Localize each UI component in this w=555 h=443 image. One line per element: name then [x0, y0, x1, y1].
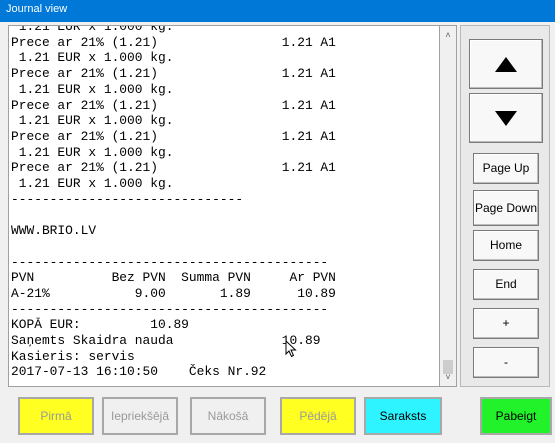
page-down-button[interactable]: Page Down	[473, 190, 539, 226]
triangle-down-icon	[495, 110, 517, 126]
journal-separator: ------------------------------	[11, 191, 244, 207]
end-button[interactable]: End	[473, 269, 539, 300]
finish-button[interactable]: Pabeigt	[480, 397, 552, 435]
minus-button[interactable]: -	[473, 347, 539, 378]
journal-line: 1.21 EUR x 1.000 kg.	[11, 25, 174, 34]
payment-line: Saņemts Skaidra nauda 10.89	[11, 333, 321, 349]
navigation-panel: Page Up Page Down Home End + -	[460, 25, 550, 387]
journal-line: 1.21 EUR x 1.000 kg.	[11, 176, 174, 192]
journal-line: Prece ar 21% (1.21) 1.21 A1	[11, 97, 336, 113]
total-line: KOPĀ EUR: 10.89	[11, 317, 189, 333]
window-title: Journal view	[0, 0, 555, 22]
scroll-down-arrow-icon[interactable]: ˅	[440, 369, 456, 385]
journal-scrollbar[interactable]: ˄ ˅	[440, 25, 457, 387]
last-button[interactable]: Pēdējā	[280, 397, 356, 435]
journal-line: 1.21 EUR x 1.000 kg.	[11, 113, 174, 129]
journal-separator: ----------------------------------------…	[11, 301, 329, 317]
scroll-up-button[interactable]	[469, 39, 543, 89]
next-button[interactable]: Nākošā	[190, 397, 266, 435]
scroll-up-arrow-icon[interactable]: ˄	[440, 27, 456, 43]
journal-line: 1.21 EUR x 1.000 kg.	[11, 50, 174, 66]
journal-line: Prece ar 21% (1.21) 1.21 A1	[11, 34, 336, 50]
mouse-pointer-icon	[285, 340, 297, 358]
page-up-button[interactable]: Page Up	[473, 153, 539, 184]
scroll-down-button[interactable]	[469, 93, 543, 143]
receipt-line: 2017-07-13 16:10:50 Čeks Nr.92	[11, 364, 267, 380]
journal-text: 1.21 EUR x 1.000 kg. Prece ar 21% (1.21)…	[11, 25, 439, 380]
vat-row: A-21% 9.00 1.89 10.89	[11, 285, 336, 301]
journal-line: Prece ar 21% (1.21) 1.21 A1	[11, 160, 336, 176]
first-button[interactable]: Pirmā	[18, 397, 94, 435]
home-button[interactable]: Home	[473, 230, 539, 261]
cashier-line: Kasieris: servis	[11, 348, 135, 364]
journal-line: 1.21 EUR x 1.000 kg.	[11, 81, 174, 97]
journal-view[interactable]: 1.21 EUR x 1.000 kg. Prece ar 21% (1.21)…	[8, 25, 440, 387]
journal-line: 1.21 EUR x 1.000 kg.	[11, 144, 174, 160]
journal-line: Prece ar 21% (1.21) 1.21 A1	[11, 128, 336, 144]
plus-button[interactable]: +	[473, 308, 539, 339]
journal-website: WWW.BRIO.LV	[11, 223, 97, 239]
journal-line: Prece ar 21% (1.21) 1.21 A1	[11, 66, 336, 82]
previous-button[interactable]: Iepriekšējā	[102, 397, 178, 435]
list-button[interactable]: Saraksts	[364, 397, 442, 435]
journal-separator: ----------------------------------------…	[11, 254, 329, 270]
vat-header: PVN Bez PVN Summa PVN Ar PVN	[11, 270, 336, 286]
triangle-up-icon	[495, 56, 517, 72]
